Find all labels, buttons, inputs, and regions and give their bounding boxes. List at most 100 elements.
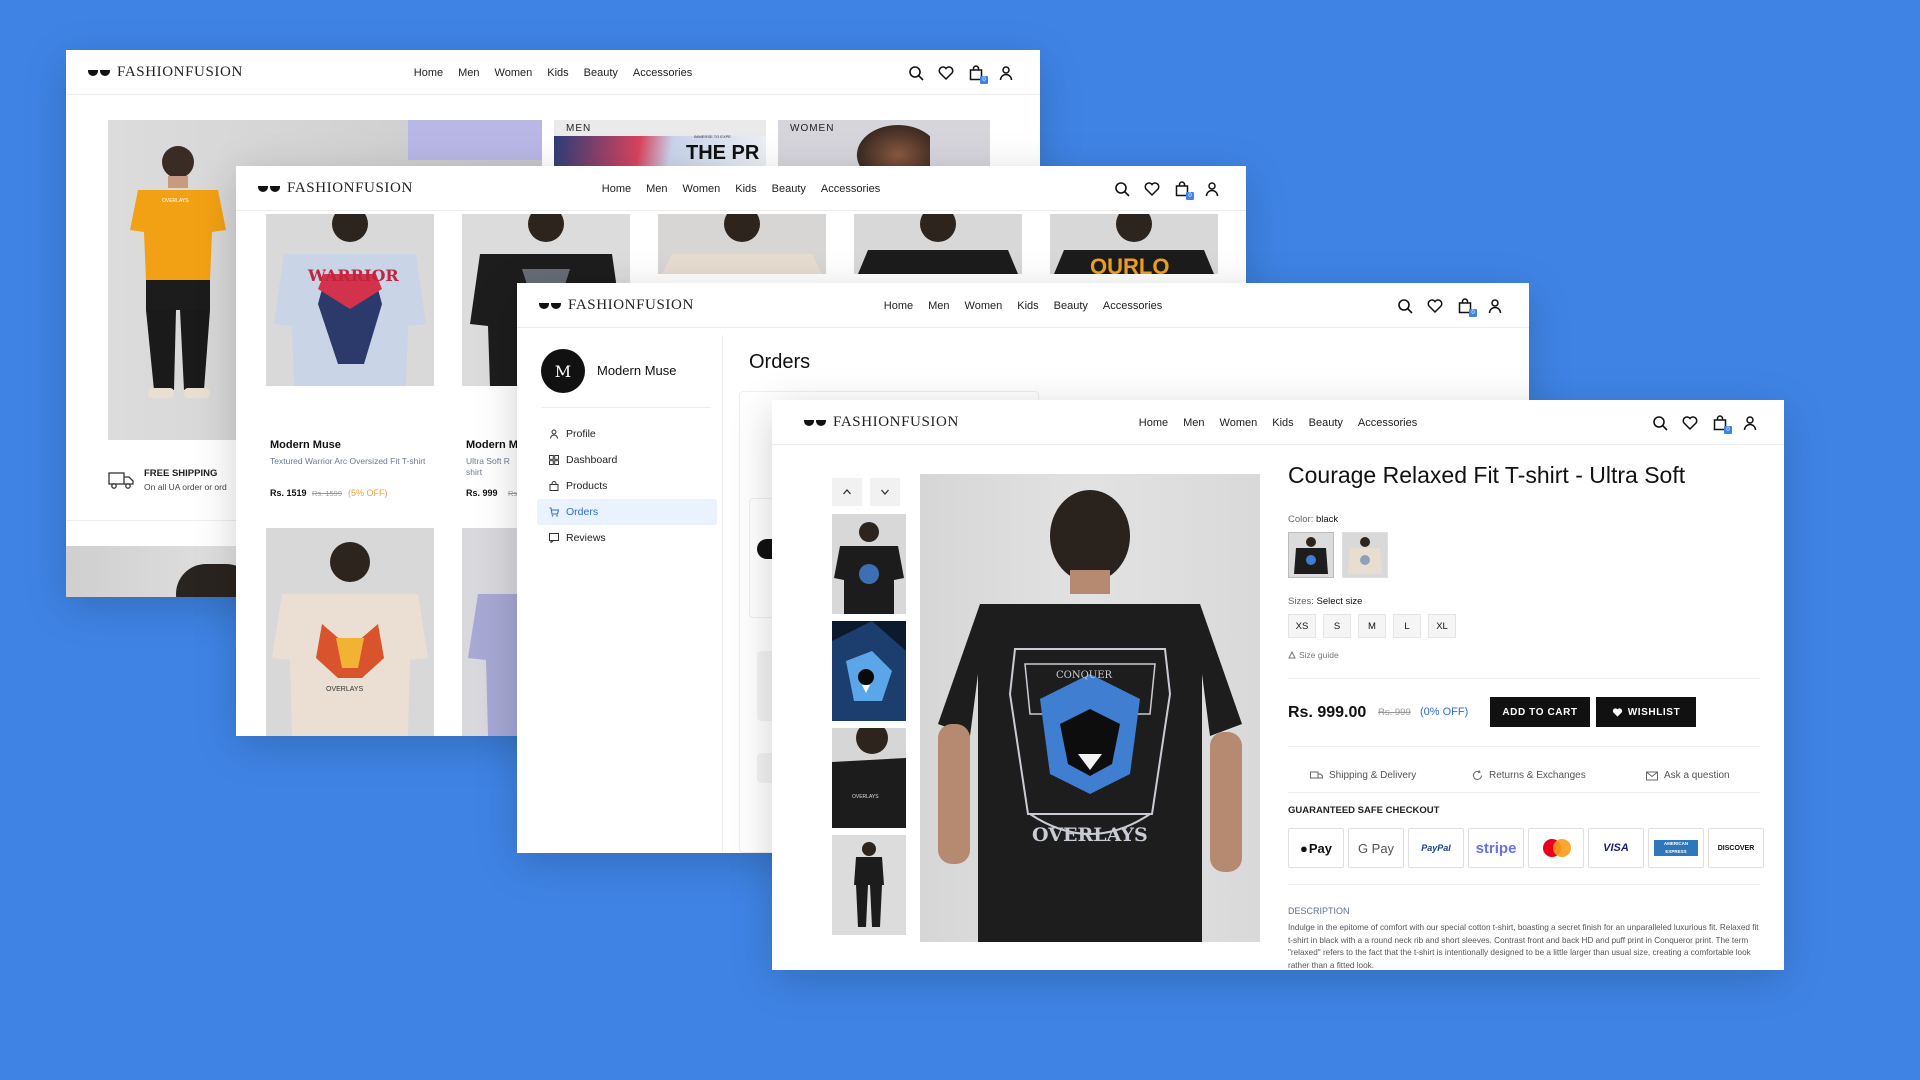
user-icon[interactable] bbox=[998, 65, 1014, 81]
thumbnail[interactable] bbox=[832, 514, 906, 614]
thumb-next-button[interactable] bbox=[870, 478, 900, 506]
main-product-image[interactable]: CONQUER OVERLAYS bbox=[920, 474, 1260, 942]
google-pay-label: G Pay bbox=[1357, 840, 1395, 856]
tile-women-art bbox=[850, 120, 930, 170]
heart-icon[interactable] bbox=[1682, 415, 1698, 431]
brand-logo[interactable]: FASHIONFUSION bbox=[88, 50, 243, 95]
nav-beauty[interactable]: Beauty bbox=[584, 67, 618, 79]
nav-women[interactable]: Women bbox=[683, 183, 721, 195]
sidebar-item-profile[interactable]: Profile bbox=[537, 421, 717, 447]
thumb-prev-button[interactable] bbox=[832, 478, 862, 506]
shirt-print-bottom: OVERLAYS bbox=[1032, 824, 1148, 846]
nav-accessories[interactable]: Accessories bbox=[821, 183, 880, 195]
nav-beauty[interactable]: Beauty bbox=[1054, 300, 1088, 312]
user-icon[interactable] bbox=[1204, 181, 1220, 197]
sizes-value: Select size bbox=[1316, 596, 1363, 607]
user-icon[interactable] bbox=[1742, 415, 1758, 431]
cart-button[interactable]: 0 bbox=[1174, 180, 1194, 200]
product-image-art bbox=[662, 214, 822, 274]
product-discount: (5% OFF) bbox=[348, 488, 388, 498]
size-xs-button[interactable]: XS bbox=[1288, 614, 1316, 638]
thumbnail[interactable] bbox=[832, 621, 906, 721]
nav-accessories[interactable]: Accessories bbox=[1103, 300, 1162, 312]
product-image-art bbox=[274, 214, 426, 386]
nav-accessories[interactable]: Accessories bbox=[633, 67, 692, 79]
thumbnail-art-text: OVERLAYS bbox=[852, 794, 879, 800]
sunglasses-icon bbox=[804, 419, 826, 426]
size-l-button[interactable]: L bbox=[1393, 614, 1421, 638]
avatar: M bbox=[541, 349, 585, 393]
product-title[interactable]: Modern M bbox=[466, 439, 518, 451]
brand-logo[interactable]: FASHIONFUSION bbox=[539, 283, 694, 328]
sidebar-item-reviews[interactable]: Reviews bbox=[537, 525, 717, 551]
heart-icon[interactable] bbox=[1144, 181, 1160, 197]
nav-home[interactable]: Home bbox=[414, 67, 443, 79]
tile-women[interactable]: WOMEN bbox=[778, 120, 990, 170]
ask-question-link[interactable]: Ask a question bbox=[1646, 770, 1730, 781]
header-icons: 0 bbox=[1114, 166, 1220, 211]
sidebar-item-orders[interactable]: Orders bbox=[537, 499, 717, 525]
heart-icon[interactable] bbox=[1427, 298, 1443, 314]
size-s-button[interactable]: S bbox=[1323, 614, 1351, 638]
thumbnail[interactable]: OVERLAYS bbox=[832, 728, 906, 828]
product-card-image[interactable]: OVERLAYS bbox=[266, 528, 434, 736]
nav-home[interactable]: Home bbox=[602, 183, 631, 195]
nav-home[interactable]: Home bbox=[884, 300, 913, 312]
sidebar-item-dashboard[interactable]: Dashboard bbox=[537, 447, 717, 473]
nav-beauty[interactable]: Beauty bbox=[1309, 417, 1343, 429]
sidebar-item-products[interactable]: Products bbox=[537, 473, 717, 499]
nav-men[interactable]: Men bbox=[458, 67, 479, 79]
paypal-badge: PayPal bbox=[1408, 828, 1464, 868]
sizes-row: Sizes: Select size bbox=[1288, 596, 1362, 607]
size-label: L bbox=[1404, 620, 1410, 632]
cart-button[interactable]: 0 bbox=[1457, 297, 1477, 317]
size-xl-button[interactable]: XL bbox=[1428, 614, 1456, 638]
thumbnail[interactable] bbox=[832, 835, 906, 935]
discover-badge: DISCOVER bbox=[1708, 828, 1764, 868]
product-card-image[interactable]: WARRIOR bbox=[266, 214, 434, 386]
cart-button[interactable]: 0 bbox=[1712, 414, 1732, 434]
nav-women[interactable]: Women bbox=[965, 300, 1003, 312]
nav-accessories[interactable]: Accessories bbox=[1358, 417, 1417, 429]
nav-women[interactable]: Women bbox=[495, 67, 533, 79]
cart-button[interactable]: 0 bbox=[968, 64, 988, 84]
nav-kids[interactable]: Kids bbox=[1272, 417, 1293, 429]
search-icon[interactable] bbox=[1652, 415, 1668, 431]
search-icon[interactable] bbox=[1114, 181, 1130, 197]
brand-logo[interactable]: FASHIONFUSION bbox=[804, 400, 959, 445]
mail-icon bbox=[1646, 771, 1658, 780]
nav-kids[interactable]: Kids bbox=[735, 183, 756, 195]
wishlist-button[interactable]: WISHLIST bbox=[1596, 697, 1696, 727]
nav-men[interactable]: Men bbox=[646, 183, 667, 195]
product-title[interactable]: Modern Muse bbox=[270, 439, 341, 451]
sunglasses-icon bbox=[258, 185, 280, 192]
description-title: DESCRIPTION bbox=[1288, 906, 1350, 916]
nav-men[interactable]: Men bbox=[928, 300, 949, 312]
add-to-cart-button[interactable]: ADD TO CART bbox=[1490, 697, 1590, 727]
returns-link[interactable]: Returns & Exchanges bbox=[1472, 770, 1586, 781]
search-icon[interactable] bbox=[908, 65, 924, 81]
size-guide-link[interactable]: Size guide bbox=[1288, 650, 1339, 660]
search-icon[interactable] bbox=[1397, 298, 1413, 314]
product-card-image[interactable] bbox=[854, 214, 1022, 274]
sidebar-item-label: Products bbox=[566, 480, 608, 492]
nav-kids[interactable]: Kids bbox=[1017, 300, 1038, 312]
grid-icon bbox=[549, 455, 559, 465]
color-swatch-black[interactable] bbox=[1288, 532, 1334, 578]
color-swatch-cream[interactable] bbox=[1342, 532, 1388, 578]
shipping-link[interactable]: Shipping & Delivery bbox=[1310, 770, 1416, 781]
user-icon[interactable] bbox=[1487, 298, 1503, 314]
product-mrp: Rs. 1599 bbox=[312, 489, 343, 498]
nav-beauty[interactable]: Beauty bbox=[772, 183, 806, 195]
tile-men[interactable]: MEN IMMERSE TO EXPE THE PR bbox=[554, 120, 766, 170]
nav-women[interactable]: Women bbox=[1220, 417, 1258, 429]
nav-home[interactable]: Home bbox=[1139, 417, 1168, 429]
discover-label: DISCOVER bbox=[1717, 844, 1755, 852]
brand-logo[interactable]: FASHIONFUSION bbox=[258, 166, 413, 211]
heart-icon[interactable] bbox=[938, 65, 954, 81]
nav-kids[interactable]: Kids bbox=[547, 67, 568, 79]
size-m-button[interactable]: M bbox=[1358, 614, 1386, 638]
product-card-image[interactable]: OURLO bbox=[1050, 214, 1218, 274]
nav-men[interactable]: Men bbox=[1183, 417, 1204, 429]
product-card-image[interactable] bbox=[658, 214, 826, 274]
